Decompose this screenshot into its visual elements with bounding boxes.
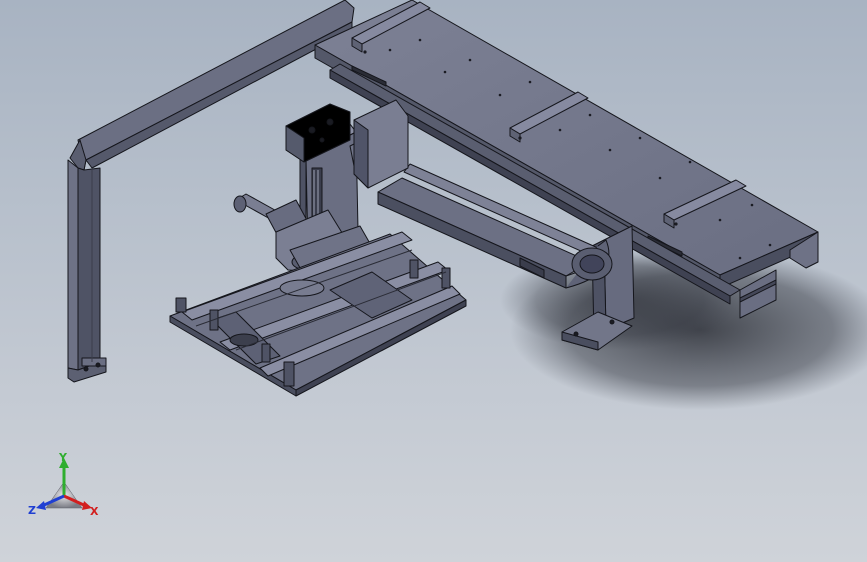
assembly-model[interactable]: [0, 0, 867, 562]
y-axis-label: Y: [59, 451, 67, 464]
z-axis-label: Z: [28, 504, 36, 517]
coordinate-triad: Y X Z: [24, 446, 106, 526]
cad-graphics-viewport[interactable]: Y X Z: [0, 0, 867, 562]
x-axis-label: X: [90, 505, 99, 518]
